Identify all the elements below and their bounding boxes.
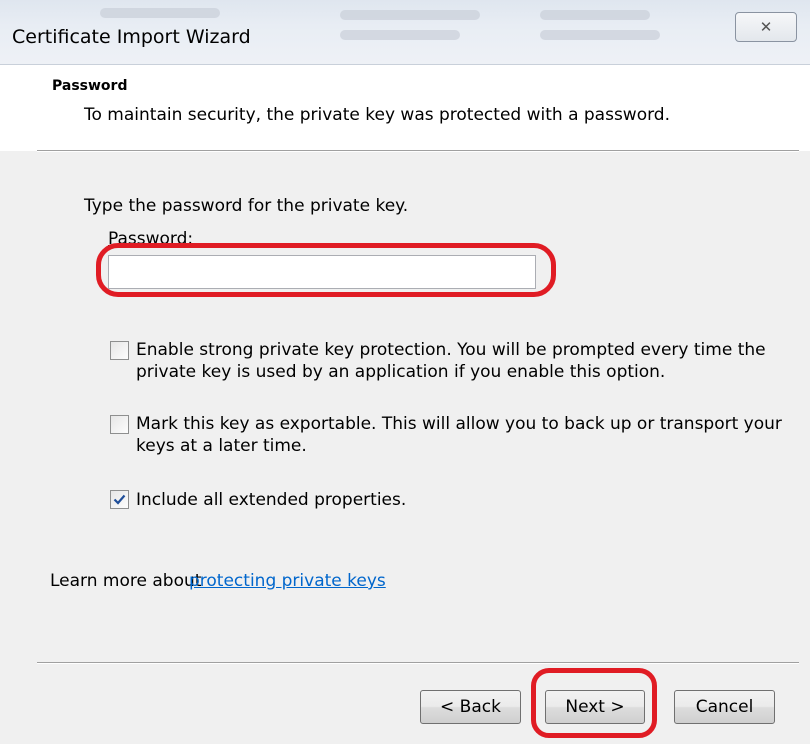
background-blur <box>340 10 480 20</box>
strong-protection-label: Enable strong private key protection. Yo… <box>136 339 766 383</box>
password-input[interactable] <box>108 255 536 289</box>
extended-properties-label: Include all extended properties. <box>136 490 407 510</box>
exportable-label-line1: Mark this key as exportable. This will a… <box>136 414 782 434</box>
strong-protection-checkbox[interactable] <box>110 341 129 360</box>
cancel-button[interactable]: Cancel <box>674 690 775 724</box>
password-label: Password: <box>108 229 194 249</box>
background-blur <box>540 10 650 20</box>
instruction-text: Type the password for the private key. <box>84 196 409 216</box>
checkmark-icon <box>113 494 126 505</box>
learn-more-text: Learn more about <box>50 571 207 591</box>
close-button[interactable]: ✕ <box>735 12 797 42</box>
strong-protection-label-line1: Enable strong private key protection. Yo… <box>136 340 766 360</box>
background-blur <box>340 30 460 40</box>
footer-divider <box>37 662 799 664</box>
page-heading: Password <box>52 78 128 94</box>
window-title: Certificate Import Wizard <box>12 26 251 48</box>
strong-protection-label-line2: private key is used by an application if… <box>136 362 666 382</box>
exportable-checkbox[interactable] <box>110 415 129 434</box>
back-button[interactable]: < Back <box>420 690 521 724</box>
next-button[interactable]: Next > <box>545 690 645 724</box>
protecting-private-keys-link[interactable]: protecting private keys <box>189 570 386 592</box>
exportable-label: Mark this key as exportable. This will a… <box>136 413 782 457</box>
background-blur <box>540 30 660 40</box>
close-icon: ✕ <box>759 18 773 36</box>
background-blur <box>100 8 220 18</box>
page-subtitle: To maintain security, the private key wa… <box>84 105 671 125</box>
title-bar: Certificate Import Wizard ✕ <box>0 0 810 65</box>
exportable-label-line2: keys at a later time. <box>136 436 307 456</box>
extended-properties-checkbox[interactable] <box>110 490 129 509</box>
header-divider <box>37 150 799 152</box>
